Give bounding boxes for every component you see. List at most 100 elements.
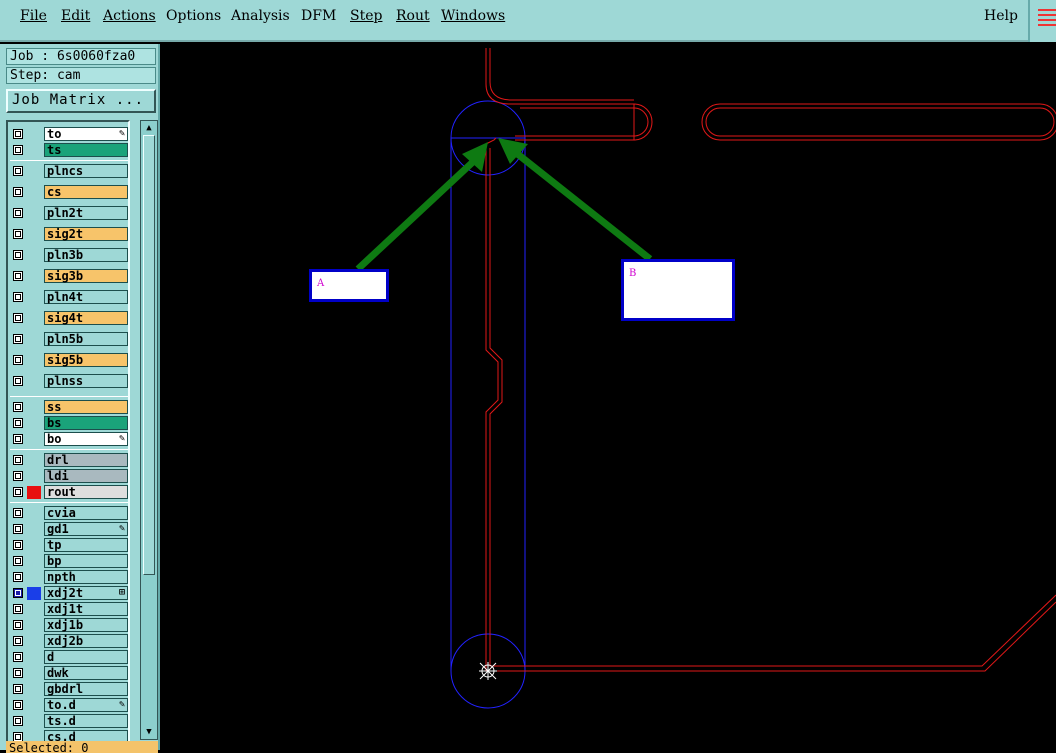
layer-checkbox[interactable] <box>13 652 23 662</box>
layer-row-npth[interactable]: npth <box>8 570 128 584</box>
layer-row-pln4t[interactable]: pln4t <box>8 290 128 304</box>
layer-name[interactable]: gbdrl <box>44 682 128 696</box>
layer-row-sig4t[interactable]: sig4t <box>8 311 128 325</box>
layer-name[interactable]: bo ✎ <box>44 432 128 446</box>
layer-row-ts-d[interactable]: ts.d <box>8 714 128 728</box>
layer-name[interactable]: ts <box>44 143 128 157</box>
menu-help[interactable]: Help <box>984 8 1018 24</box>
graphic-canvas[interactable]: A B <box>160 44 1056 750</box>
layer-name[interactable]: sig3b <box>44 269 128 283</box>
layer-name[interactable]: pln5b <box>44 332 128 346</box>
layer-name[interactable]: cvia <box>44 506 128 520</box>
layer-checkbox[interactable] <box>13 434 23 444</box>
layer-checkbox[interactable] <box>13 604 23 614</box>
layer-row-gd1[interactable]: gd1 ✎ <box>8 522 128 536</box>
layer-name[interactable]: cs <box>44 185 128 199</box>
layer-checkbox[interactable] <box>13 487 23 497</box>
layer-row-bo[interactable]: bo ✎ <box>8 432 128 446</box>
layer-checkbox[interactable] <box>13 684 23 694</box>
menu-dfm[interactable]: DFM <box>301 8 336 24</box>
layer-checkbox[interactable] <box>13 524 23 534</box>
layer-name[interactable]: bs <box>44 416 128 430</box>
layer-row-xdj2b[interactable]: xdj2b <box>8 634 128 648</box>
layer-row-pln5b[interactable]: pln5b <box>8 332 128 346</box>
job-matrix-button[interactable]: Job Matrix ... <box>6 89 156 113</box>
layer-row-to[interactable]: to ✎ <box>8 127 128 141</box>
layer-checkbox[interactable] <box>13 376 23 386</box>
layer-name[interactable]: xdj2b <box>44 634 128 648</box>
layer-name[interactable]: to.d ✎ <box>44 698 128 712</box>
layer-row-bs[interactable]: bs <box>8 416 128 430</box>
menu-analysis[interactable]: Analysis <box>231 8 290 24</box>
layer-row-ts[interactable]: ts <box>8 143 128 157</box>
layer-row-to-d[interactable]: to.d ✎ <box>8 698 128 712</box>
layer-checkbox[interactable] <box>13 620 23 630</box>
layer-row-sig2t[interactable]: sig2t <box>8 227 128 241</box>
layer-checkbox[interactable] <box>13 471 23 481</box>
layer-name[interactable]: bp <box>44 554 128 568</box>
layer-checkbox[interactable] <box>13 229 23 239</box>
layer-name[interactable]: sig4t <box>44 311 128 325</box>
annotation-box-a[interactable]: A <box>309 269 389 302</box>
layer-row-bp[interactable]: bp <box>8 554 128 568</box>
layer-row-ss[interactable]: ss <box>8 400 128 414</box>
layer-name[interactable]: xdj1b <box>44 618 128 632</box>
layer-name[interactable]: npth <box>44 570 128 584</box>
layer-checkbox[interactable] <box>13 588 23 598</box>
menu-actions[interactable]: Actions <box>103 8 156 24</box>
layer-name[interactable]: pln3b <box>44 248 128 262</box>
layer-row-d[interactable]: d <box>8 650 128 664</box>
layer-name[interactable]: ldi <box>44 469 128 483</box>
layer-checkbox[interactable] <box>13 418 23 428</box>
layer-checkbox[interactable] <box>13 508 23 518</box>
layer-row-tp[interactable]: tp <box>8 538 128 552</box>
layer-checkbox[interactable] <box>13 145 23 155</box>
layer-name[interactable]: gd1 ✎ <box>44 522 128 536</box>
layer-row-rout[interactable]: rout <box>8 485 128 499</box>
layer-checkbox[interactable] <box>13 292 23 302</box>
layer-name[interactable]: sig5b <box>44 353 128 367</box>
layer-name[interactable]: drl <box>44 453 128 467</box>
layer-name[interactable]: sig2t <box>44 227 128 241</box>
layer-name[interactable]: pln4t <box>44 290 128 304</box>
layer-row-gbdrl[interactable]: gbdrl <box>8 682 128 696</box>
layer-name[interactable]: d <box>44 650 128 664</box>
layer-name[interactable]: to ✎ <box>44 127 128 141</box>
layer-checkbox[interactable] <box>13 208 23 218</box>
menu-edit[interactable]: Edit <box>61 8 90 24</box>
layer-checkbox[interactable] <box>13 402 23 412</box>
layer-name[interactable]: xdj2t ⊞ <box>44 586 128 600</box>
layer-name[interactable]: ss <box>44 400 128 414</box>
layer-checkbox[interactable] <box>13 556 23 566</box>
layer-checkbox[interactable] <box>13 455 23 465</box>
layer-name[interactable]: pln2t <box>44 206 128 220</box>
menu-windows[interactable]: Windows <box>441 8 505 24</box>
layer-row-sig5b[interactable]: sig5b <box>8 353 128 367</box>
annotation-box-b[interactable]: B <box>621 259 735 321</box>
layer-row-xdj2t[interactable]: xdj2t ⊞ <box>8 586 128 600</box>
layer-checkbox[interactable] <box>13 668 23 678</box>
layer-checkbox[interactable] <box>13 636 23 646</box>
layer-list-scrollbar[interactable]: ▲ ▼ <box>140 120 158 740</box>
layer-row-dwk[interactable]: dwk <box>8 666 128 680</box>
scroll-down-arrow-icon[interactable]: ▼ <box>143 726 155 738</box>
layer-checkbox[interactable] <box>13 271 23 281</box>
layer-checkbox[interactable] <box>13 355 23 365</box>
layer-checkbox[interactable] <box>13 250 23 260</box>
layer-row-sig3b[interactable]: sig3b <box>8 269 128 283</box>
toolbar-icon-button[interactable] <box>1028 0 1056 42</box>
layer-row-ldi[interactable]: ldi <box>8 469 128 483</box>
layer-checkbox[interactable] <box>13 540 23 550</box>
layer-name[interactable]: plnss <box>44 374 128 388</box>
layer-checkbox[interactable] <box>13 166 23 176</box>
scroll-thumb[interactable] <box>143 135 155 575</box>
layer-row-plnss[interactable]: plnss <box>8 374 128 388</box>
scroll-up-arrow-icon[interactable]: ▲ <box>143 122 155 134</box>
layer-row-cs[interactable]: cs <box>8 185 128 199</box>
layer-row-cvia[interactable]: cvia <box>8 506 128 520</box>
layer-checkbox[interactable] <box>13 334 23 344</box>
layer-row-xdj1t[interactable]: xdj1t <box>8 602 128 616</box>
board-drawing[interactable] <box>160 44 1056 750</box>
layer-row-pln2t[interactable]: pln2t <box>8 206 128 220</box>
layer-checkbox[interactable] <box>13 700 23 710</box>
